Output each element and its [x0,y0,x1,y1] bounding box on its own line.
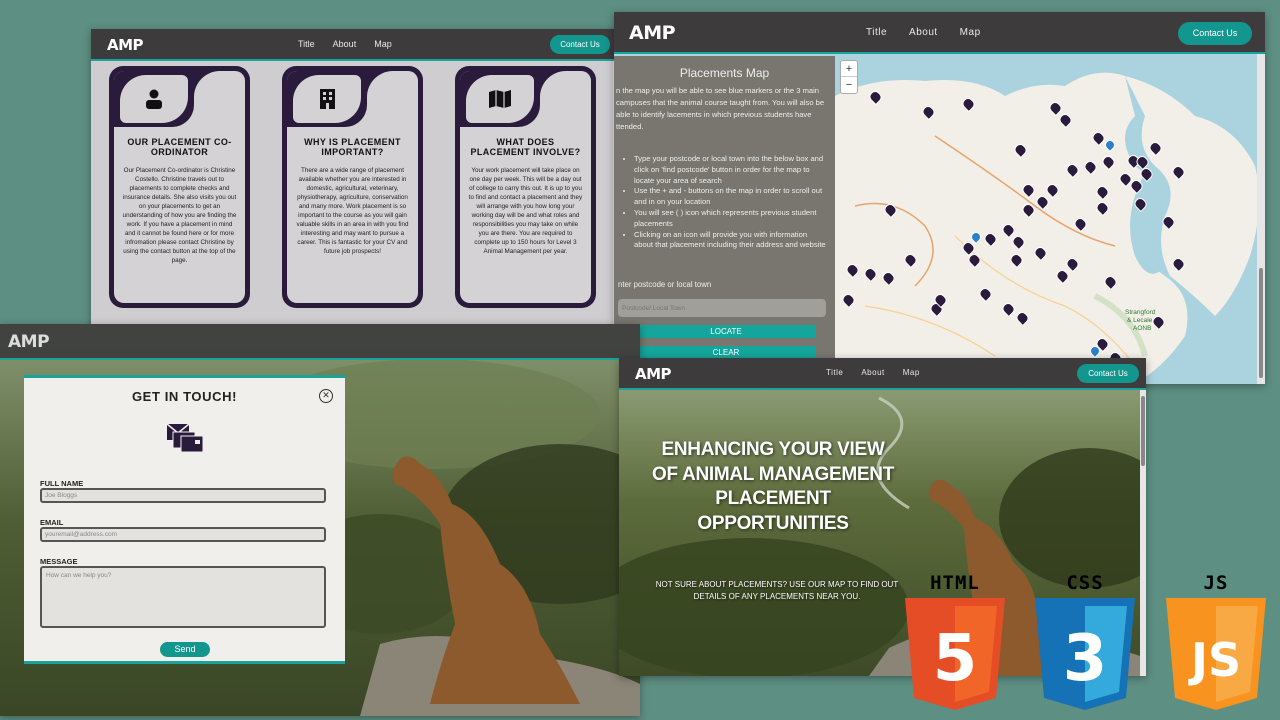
map-window: AMP Title About Map Contact Us Placement… [614,12,1265,384]
logo[interactable]: AMP [8,332,50,352]
map-info-panel: Placements Map n the map you will be abl… [614,56,835,384]
navbar: AMP Title About Map Contact Us [91,29,621,61]
postcode-input[interactable] [618,299,826,317]
card-importance: WHY IS PLACEMENT IMPORTANT? There are a … [282,66,423,308]
instruction-item: Use the + and - buttons on the map in or… [634,186,827,208]
scrollbar[interactable] [1140,390,1146,676]
place-label: AONB [1133,325,1151,332]
logo[interactable]: AMP [635,365,672,383]
nav-link-map[interactable]: Map [960,27,981,38]
close-icon[interactable]: ✕ [319,389,333,403]
place-label: Strangford [1125,309,1156,316]
person-icon [146,89,162,109]
nav-link-title[interactable]: Title [866,27,887,38]
nav-link-title[interactable]: Title [298,39,315,49]
js-badge: JS JS [1166,572,1266,712]
badge-number: JS [1188,633,1241,687]
email-label: EMAIL [40,518,64,527]
message-field[interactable]: How can we help you? [40,566,326,628]
html5-shield-icon: 5 [905,598,1005,710]
building-icon [319,89,335,109]
envelopes-icon [166,423,204,453]
logo[interactable]: AMP [107,36,144,54]
full-name-field[interactable]: Joe Bloggs [40,488,326,503]
contact-button[interactable]: Contact Us [550,35,610,54]
zoom-out-button[interactable]: − [841,77,857,93]
nav-links: Title About Map [866,27,981,38]
nav-link-about[interactable]: About [861,368,884,377]
full-name-label: FULL NAME [40,479,84,488]
hero-title: ENHANCING YOUR VIEW OF ANIMAL MANAGEMENT… [651,439,895,534]
contact-modal: GET IN TOUCH! ✕ FULL NAME Joe Bloggs EMA… [24,375,345,664]
html5-badge: HTML 5 [905,572,1005,712]
card-text: Our Placement Co-ordinator is Christine … [122,167,237,264]
css3-badge: CSS 3 [1035,572,1135,712]
badge-label: CSS [1066,572,1104,594]
map-heading: Placements Map [679,66,770,80]
map-instructions: Type your postcode or local town into th… [626,154,827,251]
card-text: There are a wide range of placement avai… [296,167,409,255]
logo[interactable]: AMP [629,22,676,44]
card-coordinator: OUR PLACEMENT CO-ORDINATOR Our Placement… [109,66,250,308]
navbar: AMP Title About Map Contact Us [614,12,1265,54]
send-button[interactable]: Send [160,642,210,657]
css3-shield-icon: 3 [1035,598,1135,710]
instruction-item: Clicking on an icon will provide you wit… [634,230,827,252]
map-icon [489,90,511,108]
card-involvement: WHAT DOES PLACEMENT INVOLVE? Your work p… [455,66,596,308]
badge-label: JS [1203,572,1229,594]
map-canvas[interactable]: Strangford & Lecale AONB + − [835,56,1265,384]
navbar: AMP [0,324,640,360]
locate-button[interactable]: LOCATE [636,325,816,338]
message-label: MESSAGE [40,557,78,566]
contact-button[interactable]: Contact Us [1178,22,1252,45]
card-title: WHAT DOES PLACEMENT INVOLVE? [470,137,581,157]
place-label: & Lecale [1127,317,1153,324]
nav-link-map[interactable]: Map [374,39,392,49]
nav-link-about[interactable]: About [909,27,938,38]
cards-window: AMP Title About Map Contact Us OUR PLACE… [91,29,621,350]
zoom-in-button[interactable]: + [841,61,857,77]
hero-subtitle: NOT SURE ABOUT PLACEMENTS? USE OUR MAP T… [655,580,899,601]
card-title: OUR PLACEMENT CO-ORDINATOR [127,137,232,157]
instruction-item: You will see ( ) icon which represents p… [634,208,827,230]
contact-window: AMP GET IN TOUCH! ✕ FULL NAME Joe Bloggs… [0,324,640,716]
modal-title: GET IN TOUCH! [131,389,238,404]
contact-button[interactable]: Contact Us [1077,364,1139,383]
instruction-item: Type your postcode or local town into th… [634,154,827,186]
nav-link-about[interactable]: About [333,39,357,49]
nav-links: Title About Map [826,368,920,377]
card-title: WHY IS PLACEMENT IMPORTANT? [304,137,401,157]
nav-link-map[interactable]: Map [903,368,920,377]
card-text: Your work placement will take place on o… [468,167,583,255]
badge-number: 5 [933,622,978,696]
nav-links: Title About Map [298,39,392,49]
badge-label: HTML [930,572,980,594]
badge-number: 3 [1063,622,1108,696]
email-field[interactable]: youremail@address.com [40,527,326,542]
nav-link-title[interactable]: Title [826,368,843,377]
scrollbar[interactable] [1257,54,1265,384]
map-intro: n the map you will be able to see blue m… [616,86,825,131]
js-shield-icon: JS [1166,598,1266,710]
navbar: AMP Title About Map Contact Us [619,358,1146,390]
zoom-control: + − [840,60,858,94]
postcode-label: nter postcode or local town [618,280,712,289]
